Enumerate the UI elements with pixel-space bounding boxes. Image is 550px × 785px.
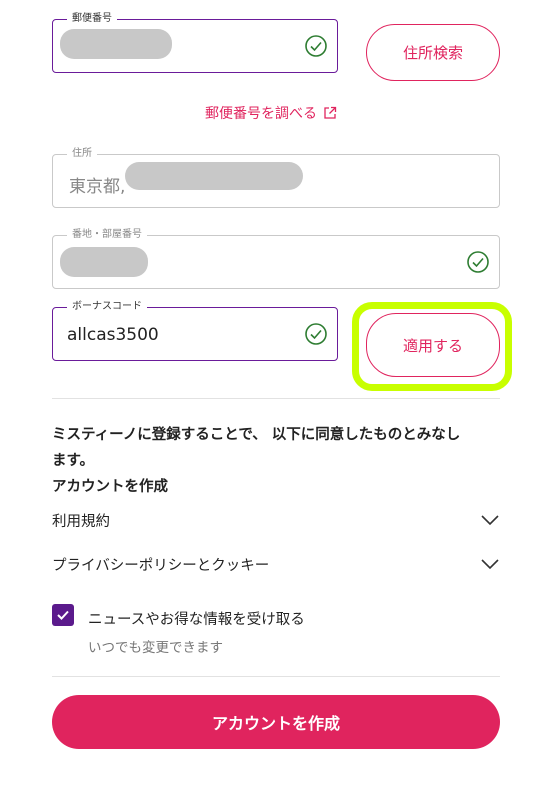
chevron-down-icon — [481, 559, 499, 570]
postal-code-lookup-label: 郵便番号を調べる — [205, 106, 317, 122]
divider — [52, 676, 500, 677]
address-field[interactable]: 住所 東京都, — [52, 148, 500, 208]
chevron-down-icon — [481, 515, 499, 526]
newsletter-note: いつでも変更できます — [88, 640, 223, 656]
bonus-code-field[interactable]: ボーナスコード allcas3500 — [52, 301, 338, 361]
consent-intro-line2: ます。 — [52, 453, 95, 469]
address-label: 住所 — [67, 148, 97, 160]
postal-code-field[interactable]: 郵便番号 — [52, 13, 338, 73]
consent-heading: アカウントを作成 — [52, 479, 168, 495]
postal-code-label: 郵便番号 — [67, 13, 117, 25]
postal-code-lookup-link[interactable]: 郵便番号を調べる — [205, 103, 337, 123]
redacted-street-room — [60, 247, 148, 277]
newsletter-checkbox[interactable] — [52, 604, 74, 626]
privacy-label: プライバシーポリシーとクッキー — [52, 557, 270, 574]
checkmark-icon — [57, 610, 69, 620]
bonus-code-value: allcas3500 — [67, 325, 159, 345]
privacy-accordion[interactable]: プライバシーポリシーとクッキー — [52, 552, 500, 576]
consent-intro-line1: ミスティーノに登録することで、 以下に同意したものとみなし — [52, 427, 461, 443]
bonus-code-label: ボーナスコード — [67, 301, 147, 313]
external-link-icon — [324, 106, 337, 119]
valid-check-icon — [305, 323, 327, 345]
address-search-button[interactable]: 住所検索 — [366, 24, 500, 81]
valid-check-icon — [467, 251, 489, 273]
terms-accordion[interactable]: 利用規約 — [52, 508, 500, 532]
street-room-label: 番地・部屋番号 — [67, 229, 147, 241]
newsletter-label: ニュースやお得な情報を受け取る — [88, 612, 305, 628]
create-account-button[interactable]: アカウントを作成 — [52, 695, 500, 749]
valid-check-icon — [305, 35, 327, 57]
divider — [52, 398, 500, 399]
apply-button[interactable]: 適用する — [366, 313, 500, 377]
redacted-postal-code — [60, 29, 172, 59]
street-room-field[interactable]: 番地・部屋番号 — [52, 229, 500, 289]
redacted-address — [125, 162, 303, 190]
terms-label: 利用規約 — [52, 513, 110, 530]
address-value: 東京都, — [69, 177, 126, 197]
